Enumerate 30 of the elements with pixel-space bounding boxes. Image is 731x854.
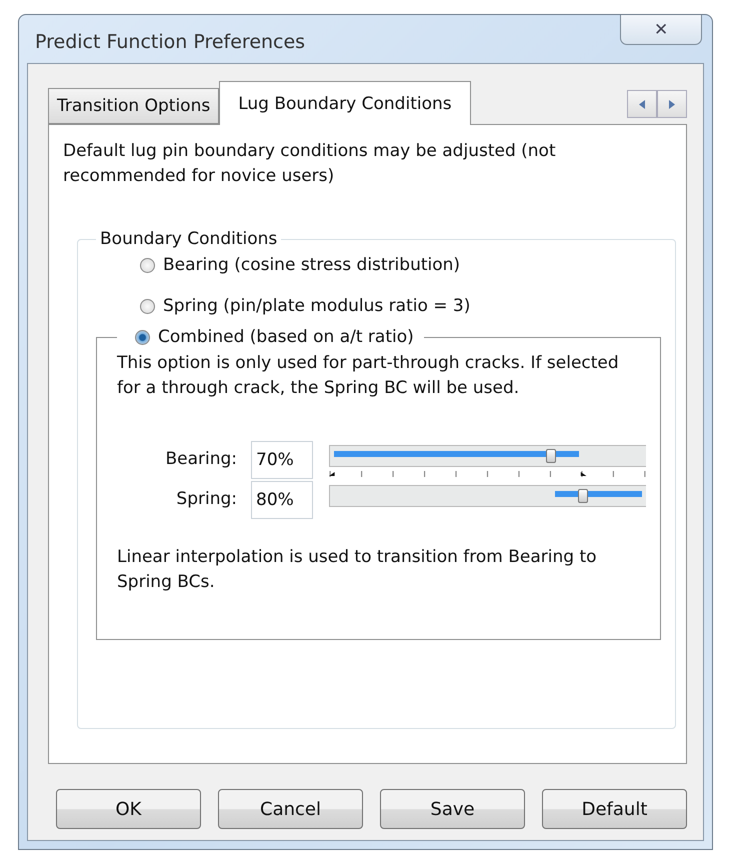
dialog-button[interactable]: Default xyxy=(542,789,687,829)
slider-thumb[interactable] xyxy=(578,489,588,503)
slider-label: Spring: xyxy=(175,488,237,509)
slider-track[interactable] xyxy=(329,485,646,507)
footer-text: Linear interpolation is used to transition from Bearing to Spring BCs. xyxy=(117,546,598,594)
scroll-right-button[interactable] xyxy=(657,90,687,118)
dialog-button[interactable]: Save xyxy=(380,789,525,829)
dialog-button[interactable]: OK xyxy=(56,789,201,829)
close-button[interactable]: ✕ xyxy=(620,15,702,45)
radio-option[interactable]: Bearing (cosine stress distribution) xyxy=(140,255,661,275)
radio-option[interactable]: Combined (based on a/t ratio) xyxy=(135,327,414,347)
percent-field[interactable]: 70% xyxy=(251,441,313,479)
right-arrow-icon xyxy=(669,100,675,108)
note-text: This option is only used for part-through cracks. If selected for a through crack, the Spring BC will be used. xyxy=(117,352,620,400)
percent-field[interactable]: 80% xyxy=(251,481,313,519)
slider-track[interactable] xyxy=(329,445,646,467)
dialog-button[interactable]: Cancel xyxy=(218,789,363,829)
slider-label: Bearing: xyxy=(164,448,237,469)
intro-text: Default lug pin boundary conditions may be adjusted (not recommended for novice users) xyxy=(63,140,557,188)
window-title: Predict Function Preferences xyxy=(35,31,306,53)
radio-icon[interactable] xyxy=(140,298,155,314)
radio-option[interactable]: Spring (pin/plate modulus ratio = 3) xyxy=(140,296,661,316)
scroll-left-button[interactable] xyxy=(627,90,657,118)
slider-thumb[interactable] xyxy=(546,449,556,463)
group-title: Boundary Conditions xyxy=(99,229,278,249)
radio-icon[interactable] xyxy=(140,258,155,272)
left-arrow-icon xyxy=(639,100,645,108)
tab[interactable]: Lug Boundary Conditions xyxy=(219,81,471,125)
tab[interactable]: Transition Options xyxy=(48,88,220,124)
radio-icon[interactable] xyxy=(135,330,150,344)
